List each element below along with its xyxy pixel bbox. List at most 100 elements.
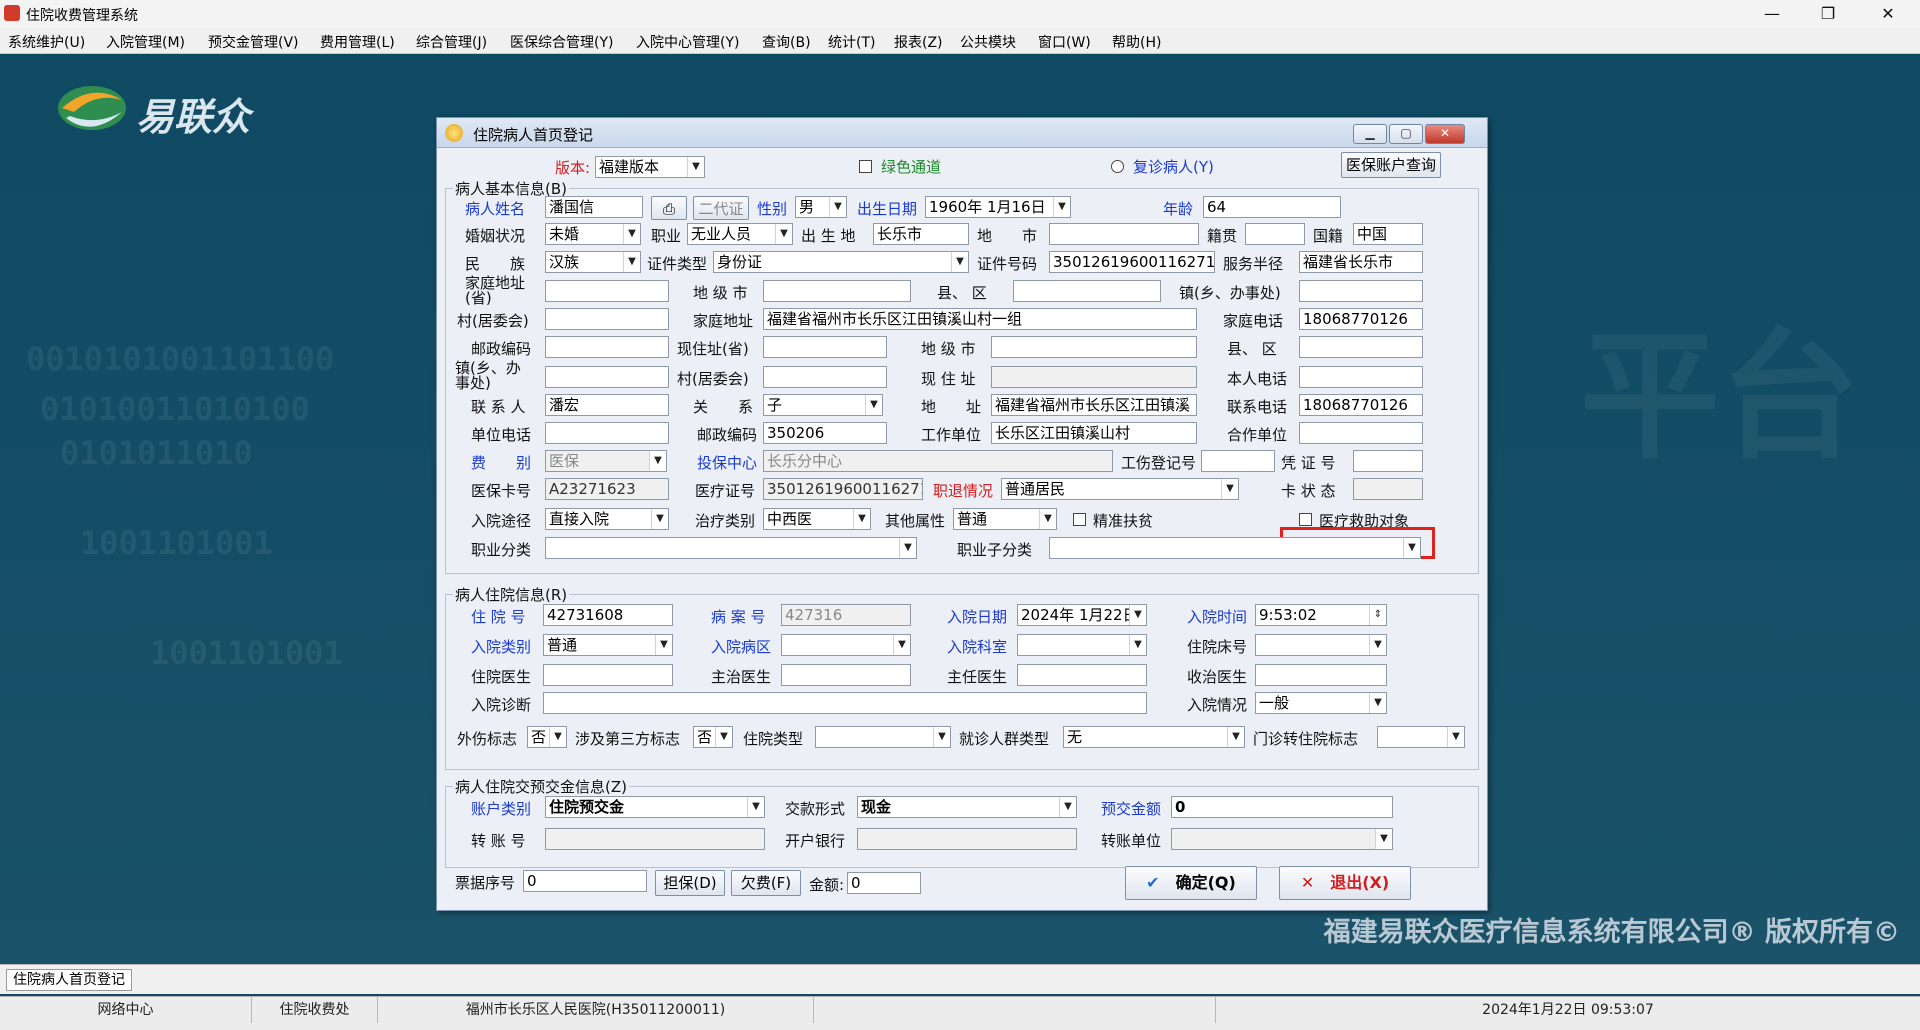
stay-type-select[interactable]: ▼	[815, 726, 951, 748]
workphone-input[interactable]	[545, 422, 669, 444]
mcard-input[interactable]: A23271623	[545, 478, 669, 500]
center-input[interactable]: 长乐分中心	[763, 450, 1113, 472]
menu-system[interactable]: 系统维护(U)	[8, 32, 85, 52]
pay-method-select[interactable]: 现金 ▼	[857, 796, 1077, 818]
idcard2-button[interactable]: 二代证	[693, 196, 749, 220]
guarantee-button[interactable]: 担保(D)	[655, 870, 725, 896]
dialog-restore-icon[interactable]: ▢	[1389, 124, 1423, 144]
other-select[interactable]: 普通 ▼	[953, 508, 1057, 530]
curpref-input[interactable]	[991, 336, 1197, 358]
transfer-unit-select[interactable]: ▼	[1171, 828, 1393, 850]
birthplace-input[interactable]: 长乐市	[873, 223, 969, 245]
dept-select[interactable]: ▼	[1017, 634, 1147, 656]
menu-fees[interactable]: 费用管理(L)	[320, 32, 395, 52]
dialog-minimize-icon[interactable]: ▁	[1353, 124, 1387, 144]
job-select[interactable]: 无业人员 ▼	[687, 223, 793, 245]
contact-input[interactable]: 潘宏	[545, 394, 669, 416]
tab-patient-registration[interactable]: 住院病人首页登记	[6, 969, 132, 991]
admit-date-picker[interactable]: 2024年 1月22日 ▼	[1017, 604, 1147, 626]
homephone-input[interactable]: 18068770126	[1299, 308, 1423, 330]
admit-type-select[interactable]: 普通 ▼	[543, 634, 673, 656]
diagnosis-input[interactable]	[543, 692, 1147, 714]
injury-input[interactable]	[1201, 450, 1275, 472]
prepay-amount-input[interactable]: 0	[1171, 796, 1393, 818]
chief-input[interactable]	[1017, 664, 1147, 686]
spinner-icon[interactable]: ⇕	[1369, 605, 1386, 625]
menu-window[interactable]: 窗口(W)	[1038, 32, 1091, 52]
confirm-button[interactable]: ✔ 确定(Q)	[1125, 866, 1257, 900]
dialog-close-icon[interactable]: ✕	[1425, 124, 1465, 144]
curtown-input[interactable]	[545, 366, 669, 388]
pref-input[interactable]	[763, 280, 911, 302]
village-input[interactable]	[545, 308, 669, 330]
mcert-input[interactable]: 350126196001162711	[763, 478, 923, 500]
menu-insurance[interactable]: 医保综合管理(Y)	[510, 32, 613, 52]
version-select[interactable]: 福建版本 ▼	[595, 156, 705, 178]
ward-select[interactable]: ▼	[781, 634, 911, 656]
menu-reports[interactable]: 报表(Z)	[894, 32, 943, 52]
treat-select[interactable]: 中西医 ▼	[763, 508, 871, 530]
menu-prepay[interactable]: 预交金管理(V)	[208, 32, 299, 52]
voucher-input[interactable]	[1353, 450, 1423, 472]
nation-input[interactable]: 中国	[1353, 223, 1423, 245]
idtype-select[interactable]: 身份证 ▼	[713, 251, 969, 273]
condition-select[interactable]: 一般 ▼	[1255, 692, 1387, 714]
homeaddr-prov-input[interactable]	[545, 280, 669, 302]
crowd-type-select[interactable]: 无 ▼	[1063, 726, 1245, 748]
patient-name-input[interactable]: 潘国信	[545, 196, 643, 218]
poverty-checkbox[interactable]	[1073, 513, 1086, 526]
town-input[interactable]	[1299, 280, 1423, 302]
maximize-button[interactable]: ❐	[1800, 0, 1856, 28]
addr-input[interactable]: 福建省福州市长乐区江田镇溪	[991, 394, 1197, 416]
transfer-no-input[interactable]	[545, 828, 765, 850]
marital-select[interactable]: 未婚 ▼	[545, 223, 641, 245]
age-input[interactable]: 64	[1203, 196, 1341, 218]
admit-time-spinner[interactable]: 9:53:02 ⇕	[1255, 604, 1387, 626]
contactphone-input[interactable]: 18068770126	[1299, 394, 1423, 416]
coop-input[interactable]	[1299, 422, 1423, 444]
relation-select[interactable]: 子 ▼	[763, 394, 883, 416]
service-input[interactable]: 福建省长乐市	[1299, 251, 1423, 273]
menu-admission-center[interactable]: 入院中心管理(Y)	[636, 32, 739, 52]
origin-input[interactable]	[1245, 223, 1305, 245]
menu-stats[interactable]: 统计(T)	[828, 32, 875, 52]
city-input[interactable]	[1049, 223, 1199, 245]
menu-public[interactable]: 公共模块	[960, 32, 1016, 52]
idno-input[interactable]: 350126196001162711	[1049, 251, 1215, 273]
close-button[interactable]: ✕	[1860, 0, 1916, 28]
route-select[interactable]: 直接入院 ▼	[545, 508, 669, 530]
exit-button[interactable]: ✕ 退出(X)	[1279, 866, 1411, 900]
jobcat-select[interactable]: ▼	[545, 537, 917, 559]
bank-input[interactable]	[857, 828, 1077, 850]
ethnic-select[interactable]: 汉族 ▼	[545, 251, 641, 273]
jobsub-select[interactable]: ▼	[1049, 537, 1421, 559]
insurance-query-button[interactable]: 医保账户查询	[1341, 152, 1441, 178]
doctor-input[interactable]	[543, 664, 673, 686]
trauma-select[interactable]: 否 ▼	[527, 726, 567, 748]
minimize-button[interactable]: —	[1744, 0, 1800, 28]
zip-input[interactable]: 350206	[763, 422, 887, 444]
postcode-input[interactable]	[545, 336, 669, 358]
workunit-input[interactable]: 长乐区江田镇溪山村	[991, 422, 1197, 444]
curaddr-input[interactable]	[991, 366, 1197, 388]
sex-select[interactable]: 男 ▼	[795, 196, 847, 218]
curprov-input[interactable]	[763, 336, 887, 358]
curcounty-input[interactable]	[1299, 336, 1423, 358]
occ-select[interactable]: 普通居民 ▼	[1001, 478, 1239, 500]
inpatient-no-input[interactable]: 42731608	[543, 604, 673, 626]
account-type-select[interactable]: 住院预交金 ▼	[545, 796, 765, 818]
cardstatus-input[interactable]	[1353, 478, 1423, 500]
third-party-select[interactable]: 否 ▼	[693, 726, 733, 748]
attending-input[interactable]	[781, 664, 911, 686]
opd-transfer-select[interactable]: ▼	[1377, 726, 1465, 748]
menu-general[interactable]: 综合管理(J)	[416, 32, 487, 52]
fee-select[interactable]: 医保 ▼	[545, 450, 667, 472]
selfphone-input[interactable]	[1299, 366, 1423, 388]
homeaddr-input[interactable]: 福建省福州市长乐区江田镇溪山村一组	[763, 308, 1197, 330]
read-card-icon[interactable]: ⎙	[651, 196, 687, 220]
arrears-button[interactable]: 欠费(F)	[731, 870, 801, 896]
amount-input[interactable]: 0	[847, 872, 921, 894]
green-channel-checkbox[interactable]	[859, 160, 872, 173]
receipt-no-input[interactable]: 0	[523, 870, 647, 892]
curvillage-input[interactable]	[763, 366, 887, 388]
